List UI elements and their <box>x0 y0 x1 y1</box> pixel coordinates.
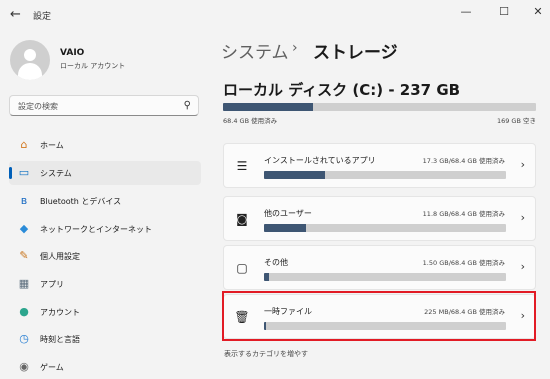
storage-category-installed-apps[interactable]: ☰ インストールされているアプリ 17.3 GB/68.4 GB 使用済み › <box>223 143 536 188</box>
disk-title: ローカル ディスク (C:) - 237 GB <box>223 81 461 99</box>
sidebar-item-label: アカウント <box>40 308 80 317</box>
installed-apps-icon: ☰ <box>236 159 248 173</box>
storage-category-other-users[interactable]: ◙ 他のユーザー 11.8 GB/68.4 GB 使用済み › <box>223 196 536 241</box>
gaming-icon: ◉ <box>19 360 29 373</box>
category-usage: 17.3 GB/68.4 GB 使用済み <box>422 157 505 165</box>
time-language-icon: ◷ <box>19 332 29 345</box>
search-input[interactable]: 設定の検索 ⚲ <box>9 95 199 116</box>
page-title: ストレージ <box>313 43 398 63</box>
category-name: 他のユーザー <box>264 209 312 218</box>
breadcrumb-parent[interactable]: システム <box>221 38 289 63</box>
category-name: インストールされているアプリ <box>264 156 376 165</box>
network-icon: ◆ <box>19 222 29 235</box>
sidebar-item-apps[interactable]: ▦ アプリ <box>9 272 201 296</box>
sidebar-item-accounts[interactable]: ● アカウント <box>9 300 201 324</box>
sidebar-item-system[interactable]: ▭ システム <box>9 161 201 185</box>
chevron-right-icon: › <box>520 260 525 273</box>
avatar[interactable] <box>10 40 50 80</box>
sidebar-item-label: システム <box>40 169 72 178</box>
storage-category-other[interactable]: ▢ その他 1.50 GB/68.4 GB 使用済み › <box>223 245 536 290</box>
disk-free-label: 169 GB 空き <box>496 117 536 125</box>
account-name: VAIO <box>60 48 85 58</box>
back-button[interactable]: ← <box>10 7 21 22</box>
maximize-button[interactable]: ☐ <box>494 5 514 18</box>
disk-used-label: 68.4 GB 使用済み <box>223 117 278 125</box>
disk-usage-bar <box>223 103 536 111</box>
sidebar-item-label: Bluetooth とデバイス <box>40 197 122 206</box>
category-usage-bar <box>264 224 506 232</box>
sidebar-item-bluetooth[interactable]: ʙ Bluetooth とデバイス <box>9 189 201 213</box>
sidebar-item-gaming[interactable]: ◉ ゲーム <box>9 355 201 379</box>
personalization-icon: ✎ <box>19 249 29 262</box>
minimize-button[interactable]: — <box>456 5 476 18</box>
sidebar-item-label: ネットワークとインターネット <box>40 225 152 234</box>
sidebar-item-home[interactable]: ⌂ ホーム <box>9 133 201 157</box>
category-usage-bar <box>264 171 506 179</box>
home-icon: ⌂ <box>20 138 28 151</box>
sidebar-item-label: アプリ <box>40 280 64 289</box>
more-categories-link[interactable]: 表示するカテゴリを増やす <box>224 349 308 359</box>
search-placeholder: 設定の検索 <box>18 102 58 111</box>
close-button[interactable]: ✕ <box>528 5 548 18</box>
apps-icon: ▦ <box>18 277 30 290</box>
other-icon: ▢ <box>236 261 248 275</box>
account-type: ローカル アカウント <box>60 62 126 70</box>
sidebar-item-network[interactable]: ◆ ネットワークとインターネット <box>9 217 201 241</box>
sidebar-item-time-language[interactable]: ◷ 時刻と言語 <box>9 327 201 351</box>
other-users-icon: ◙ <box>236 212 248 226</box>
sidebar-item-personalization[interactable]: ✎ 個人用設定 <box>9 244 201 268</box>
chevron-right-icon: › <box>520 158 525 171</box>
highlight-box <box>222 291 536 341</box>
bluetooth-icon: ʙ <box>20 194 28 207</box>
category-usage-bar <box>264 273 506 281</box>
category-name: その他 <box>264 258 288 267</box>
search-icon[interactable]: ⚲ <box>184 100 191 111</box>
accounts-icon: ● <box>19 305 29 318</box>
selection-indicator <box>9 167 12 179</box>
window-title: 設定 <box>33 12 52 22</box>
chevron-right-icon: › <box>520 211 525 224</box>
sidebar-item-label: 時刻と言語 <box>40 335 80 344</box>
system-icon: ▭ <box>18 166 30 179</box>
sidebar-item-label: ホーム <box>40 141 64 150</box>
category-usage: 11.8 GB/68.4 GB 使用済み <box>422 210 505 218</box>
sidebar-item-label: 個人用設定 <box>40 252 80 261</box>
category-usage: 1.50 GB/68.4 GB 使用済み <box>422 259 505 267</box>
breadcrumb-separator: › <box>292 40 298 56</box>
sidebar-item-label: ゲーム <box>40 363 64 372</box>
